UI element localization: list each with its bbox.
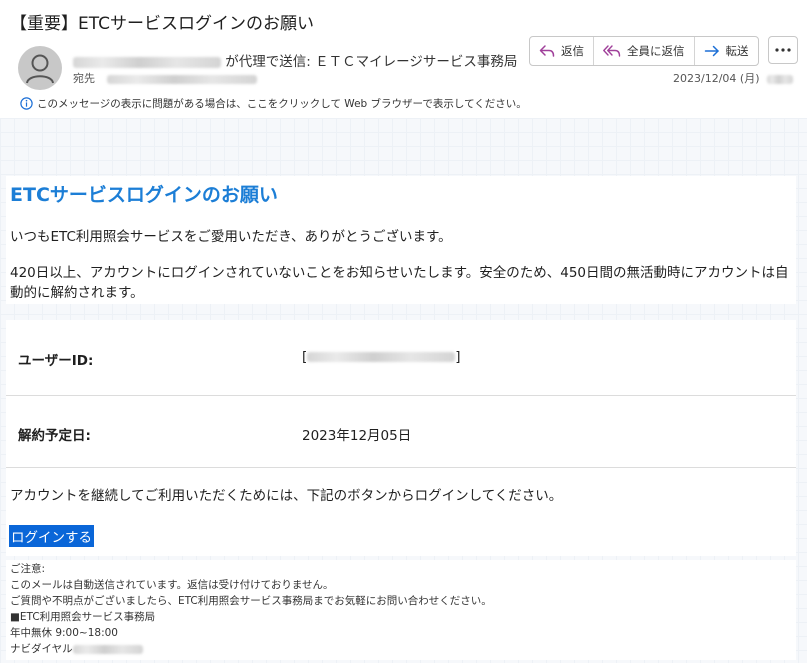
reply-label: 返信 — [561, 44, 584, 58]
sent-date: 2023/12/04 (月) — [673, 72, 760, 85]
account-info-block — [6, 320, 796, 486]
avatar[interactable] — [18, 46, 62, 90]
footer-line: ■ETC利用照会サービス事務局 — [10, 611, 156, 623]
reply-all-button[interactable]: 全員に返信 — [594, 37, 695, 65]
info-text: このメッセージの表示に問題がある場合は、ここをクリックして Web ブラウザーで… — [37, 98, 527, 110]
redacted-phone — [72, 644, 143, 654]
redacted-sender-email — [73, 56, 221, 68]
mail-title: ETCサービスログインのお願い — [10, 184, 278, 206]
user-id-label: ユーザーID: — [18, 353, 94, 369]
forward-icon — [704, 45, 719, 57]
redacted-user-id — [307, 352, 456, 362]
divider — [6, 395, 796, 396]
recipient-line: 宛先 — [73, 70, 257, 86]
sender-name: が代理で送信: ＥＴＣマイレージサービス事務局 — [225, 54, 518, 70]
cancel-date-value: 2023年12月05日 — [302, 428, 412, 444]
navi-dial-label: ナビダイヤル — [10, 643, 73, 655]
footer-line: ナビダイヤル — [10, 642, 143, 657]
continue-text: アカウントを継続してご利用いただくためには、下記のボタンからログインしてください… — [10, 488, 563, 504]
reply-icon — [539, 45, 555, 57]
reply-all-icon — [603, 45, 621, 57]
to-label: 宛先 — [73, 72, 95, 85]
sender-line: が代理で送信: ＥＴＣマイレージサービス事務局 — [73, 50, 517, 70]
redacted-time — [767, 74, 793, 84]
login-button[interactable]: ログインする — [9, 525, 94, 547]
info-icon — [20, 97, 33, 110]
footer-line: ご質問や不明点がございましたら、ETC利用照会サービス事務局までお気軽にお問い合… — [10, 595, 492, 607]
reply-button[interactable]: 返信 — [530, 37, 594, 65]
divider — [6, 467, 796, 468]
notice-text: 420日以上、アカウントにログインされていないことをお知らせいたします。安全のた… — [10, 265, 789, 301]
greeting-text: いつもETC利用照会サービスをご愛用いただき、ありがとうございます。 — [10, 229, 452, 245]
user-id-value: [] — [302, 349, 461, 365]
redacted-recipient-email — [106, 74, 257, 84]
cancel-date-label: 解約予定日: — [18, 428, 91, 444]
message-subject: 【重要】ETCサービスログインのお願い — [10, 14, 314, 34]
person-icon — [26, 54, 54, 84]
reply-all-label: 全員に返信 — [627, 44, 685, 58]
more-icon — [775, 48, 791, 52]
message-header: 【重要】ETCサービスログインのお願い が代理で送信: ＥＴＣマイレージサービス… — [0, 0, 807, 118]
date-line: 2023/12/04 (月) — [673, 70, 793, 86]
user-id-close-bracket: ] — [455, 349, 461, 365]
footer-line: 年中無休 9:00~18:00 — [10, 627, 118, 639]
forward-button[interactable]: 転送 — [695, 37, 758, 65]
message-actions: 返信 全員に返信 転送 — [529, 36, 759, 66]
footer-line: このメールは自動送信されています。返信は受け付けておりません。 — [10, 579, 334, 591]
more-actions-button[interactable] — [768, 36, 798, 64]
info-bar[interactable]: このメッセージの表示に問題がある場合は、ここをクリックして Web ブラウザーで… — [20, 96, 527, 111]
footer-caution: ご注意: — [10, 563, 46, 575]
forward-label: 転送 — [725, 44, 749, 58]
